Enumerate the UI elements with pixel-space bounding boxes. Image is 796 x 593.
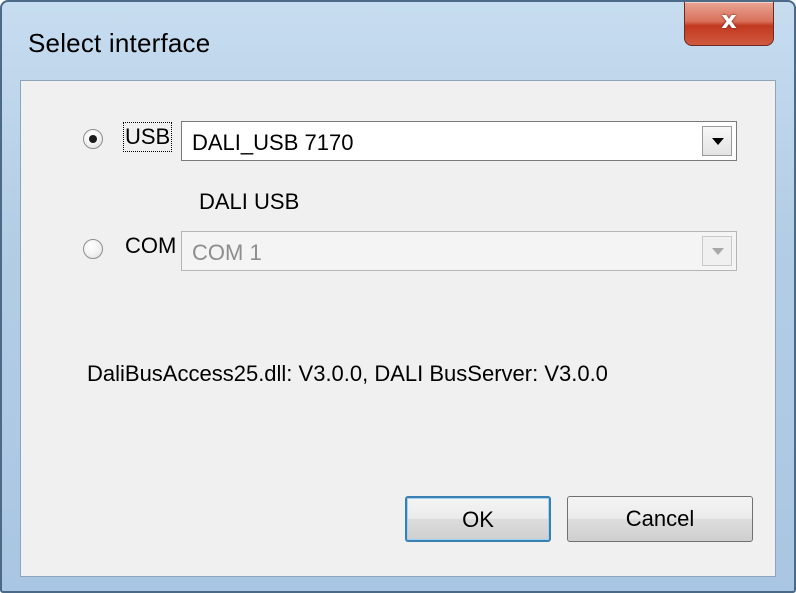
title-bar[interactable]: Select interface x <box>2 2 794 80</box>
window-title: Select interface <box>28 28 211 58</box>
usb-radio[interactable] <box>83 129 103 149</box>
usb-device-select[interactable]: DALI_USB 7170 <box>181 121 737 161</box>
cancel-button[interactable]: Cancel <box>567 496 753 542</box>
dialog-window: Select interface x USB DALI_USB 7170 DAL… <box>0 0 796 593</box>
com-radio-label[interactable]: COM <box>125 233 176 259</box>
chevron-down-icon <box>712 248 724 255</box>
dialog-client-area: USB DALI_USB 7170 DALI USB COM COM 1 Dal… <box>20 80 776 577</box>
chevron-down-icon <box>712 138 724 145</box>
usb-radio-selected-dot <box>89 135 97 143</box>
com-port-dropdown-button <box>702 236 732 266</box>
close-button[interactable]: x <box>684 2 774 46</box>
com-port-value: COM 1 <box>192 240 262 265</box>
usb-device-name: DALI USB <box>199 189 300 214</box>
version-info-text: DaliBusAccess25.dll: V3.0.0, DALI BusSer… <box>87 361 608 386</box>
ok-button[interactable]: OK <box>405 496 551 542</box>
close-icon: x <box>721 6 737 34</box>
com-port-select: COM 1 <box>181 231 737 271</box>
com-radio[interactable] <box>83 239 103 259</box>
usb-device-dropdown-button[interactable] <box>702 126 732 156</box>
usb-device-value: DALI_USB 7170 <box>192 130 354 155</box>
usb-radio-label[interactable]: USB <box>122 122 173 152</box>
